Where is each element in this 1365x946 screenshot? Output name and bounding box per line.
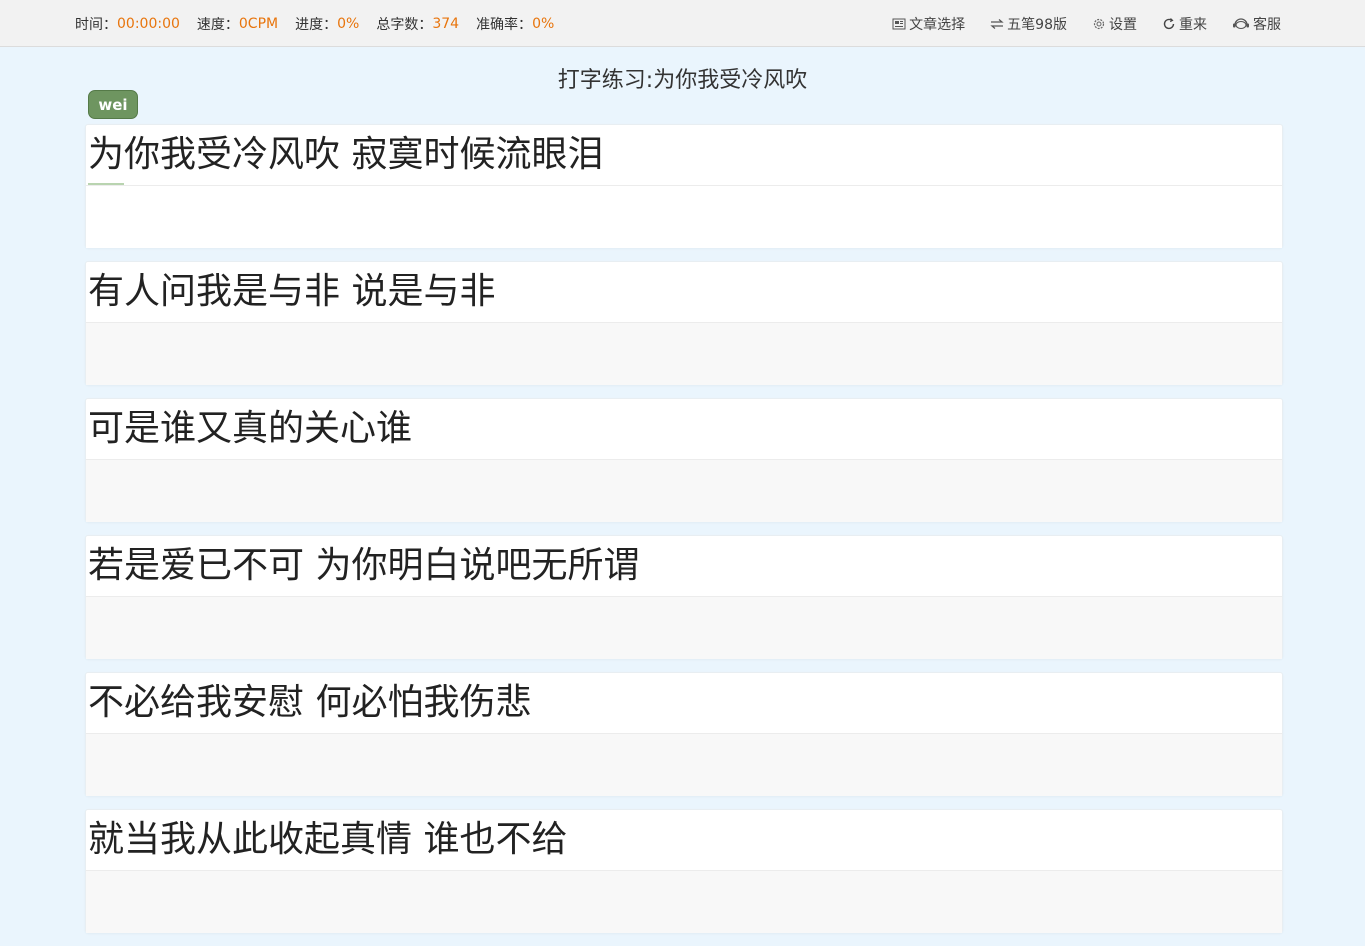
- stat-accuracy: 准确率： 0%: [476, 14, 554, 34]
- toolbar-actions: 文章选择 五笔98版 设置 重来 客服: [867, 0, 1281, 47]
- article-select-label: 文章选择: [909, 16, 966, 33]
- typing-lines: 为你我受冷风吹 寂寞时候流眼泪 有人问我是与非 说是与非 可是谁又真的关心谁 若…: [85, 124, 1283, 946]
- stat-progress-value: 0%: [337, 15, 360, 32]
- gear-icon: [1093, 18, 1105, 29]
- headset-icon: [1233, 17, 1249, 29]
- settings-label: 设置: [1109, 16, 1137, 33]
- line-card: 有人问我是与非 说是与非: [85, 261, 1283, 385]
- restart-label: 重来: [1179, 16, 1207, 33]
- line-text: 可是谁又真的关心谁: [86, 399, 1282, 460]
- line-input[interactable]: [86, 186, 1282, 248]
- stat-accuracy-label: 准确率：: [476, 16, 533, 33]
- top-toolbar: 时间： 00:00:00 速度： 0CPM 进度： 0% 总字数： 374 准确…: [0, 0, 1365, 47]
- article-select-button[interactable]: 文章选择: [892, 14, 965, 34]
- line-input[interactable]: [86, 460, 1282, 522]
- swap-icon: [990, 18, 1004, 29]
- stats-bar: 时间： 00:00:00 速度： 0CPM 进度： 0% 总字数： 374 准确…: [75, 0, 571, 47]
- restart-button[interactable]: 重来: [1162, 14, 1207, 34]
- customer-service-label: 客服: [1253, 16, 1281, 33]
- line-text: 为你我受冷风吹 寂寞时候流眼泪: [86, 125, 1282, 186]
- stat-speed-value: 0CPM: [238, 15, 279, 32]
- line-text: 就当我从此收起真情 谁也不给: [86, 810, 1282, 871]
- stat-progress-label: 进度：: [295, 16, 338, 33]
- line-text: 若是爱已不可 为你明白说吧无所谓: [86, 536, 1282, 597]
- stat-progress: 进度： 0%: [295, 14, 359, 34]
- line-text: 不必给我安慰 何必怕我伤悲: [86, 673, 1282, 734]
- line-input[interactable]: [86, 871, 1282, 933]
- line-card: 不必给我安慰 何必怕我伤悲: [85, 672, 1283, 796]
- stat-speed-label: 速度：: [196, 16, 239, 33]
- stat-time-label: 时间：: [75, 16, 117, 33]
- progress-marker: [88, 183, 124, 185]
- customer-service-button[interactable]: 客服: [1232, 14, 1281, 34]
- input-mode-label: 五笔98版: [1007, 16, 1067, 33]
- refresh-icon: [1163, 17, 1175, 29]
- page-title: 打字练习:为你我受冷风吹: [557, 68, 808, 93]
- line-input[interactable]: [86, 734, 1282, 796]
- document-icon: [892, 18, 906, 29]
- user-badge: wei: [88, 90, 138, 119]
- line-input[interactable]: [86, 597, 1282, 659]
- stat-time-value: 00:00:00: [117, 15, 180, 32]
- stat-total-chars-label: 总字数：: [376, 16, 433, 33]
- line-text: 有人问我是与非 说是与非: [86, 262, 1282, 323]
- stat-total-chars-value: 374: [432, 15, 460, 32]
- stat-speed: 速度： 0CPM: [197, 14, 278, 34]
- stat-accuracy-value: 0%: [532, 15, 555, 32]
- line-card: 就当我从此收起真情 谁也不给: [85, 809, 1283, 933]
- settings-button[interactable]: 设置: [1092, 14, 1137, 34]
- line-card: 若是爱已不可 为你明白说吧无所谓: [85, 535, 1283, 659]
- line-card: 可是谁又真的关心谁: [85, 398, 1283, 522]
- stat-time: 时间： 00:00:00: [75, 14, 180, 34]
- stat-total-chars: 总字数： 374: [376, 14, 459, 34]
- input-mode-button[interactable]: 五笔98版: [990, 14, 1067, 34]
- line-input[interactable]: [86, 323, 1282, 385]
- line-card: 为你我受冷风吹 寂寞时候流眼泪: [85, 124, 1283, 248]
